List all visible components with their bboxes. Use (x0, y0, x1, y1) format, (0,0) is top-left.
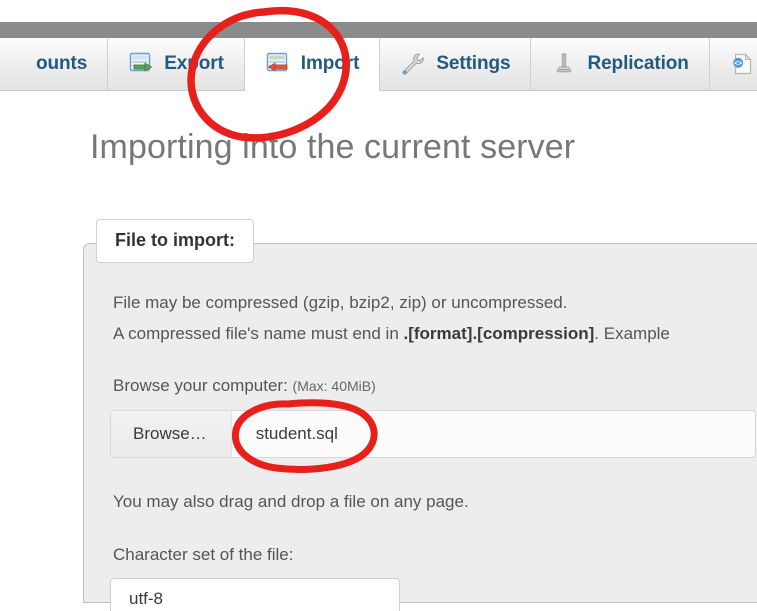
server-tab-bar: ounts Export Import (0, 38, 757, 91)
variables-code-document-icon: <> (730, 51, 756, 77)
tab-variables[interactable]: <> Varia (710, 38, 757, 90)
compression-info-suffix: . Example (594, 324, 670, 343)
character-set-select[interactable]: utf-8 (110, 578, 400, 611)
browse-label-text: Browse your computer: (113, 376, 288, 395)
tab-import-label: Import (301, 53, 360, 75)
browse-your-computer-label: Browse your computer: (Max: 40MiB) (113, 376, 376, 396)
tab-replication-label: Replication (587, 53, 688, 75)
tab-accounts[interactable]: ounts (0, 38, 108, 90)
compression-info-prefix: A compressed file's name must end in (113, 324, 404, 343)
file-to-import-legend: File to import: (96, 219, 254, 263)
tab-export[interactable]: Export (108, 38, 245, 90)
phpmyadmin-import-screen: ounts Export Import (0, 0, 757, 611)
import-table-icon (265, 51, 291, 77)
replication-tower-icon (551, 51, 577, 77)
tab-settings[interactable]: Settings (380, 38, 531, 90)
max-upload-size: (Max: 40MiB) (293, 378, 376, 394)
tab-settings-label: Settings (436, 53, 510, 75)
compression-format-code: .[format].[compression] (404, 324, 595, 343)
tab-import[interactable]: Import (245, 38, 381, 91)
top-gray-strip (0, 22, 757, 38)
compression-info-line-1: File may be compressed (gzip, bzip2, zip… (113, 293, 567, 313)
page-title: Importing into the current server (90, 128, 575, 167)
file-upload-input[interactable]: Browse… student.sql (110, 410, 756, 458)
character-set-label: Character set of the file: (113, 545, 293, 565)
selected-file-name: student.sql (232, 424, 338, 444)
compression-info-line-2: A compressed file's name must end in .[f… (113, 324, 670, 344)
wrench-screwdriver-icon (400, 51, 426, 77)
browse-button[interactable]: Browse… (111, 411, 232, 457)
svg-text:<>: <> (734, 61, 742, 68)
tab-export-label: Export (164, 53, 224, 75)
tab-replication[interactable]: Replication (531, 38, 709, 90)
export-table-icon (128, 51, 154, 77)
tab-accounts-label: ounts (36, 53, 87, 75)
drag-and-drop-note: You may also drag and drop a file on any… (113, 492, 469, 512)
